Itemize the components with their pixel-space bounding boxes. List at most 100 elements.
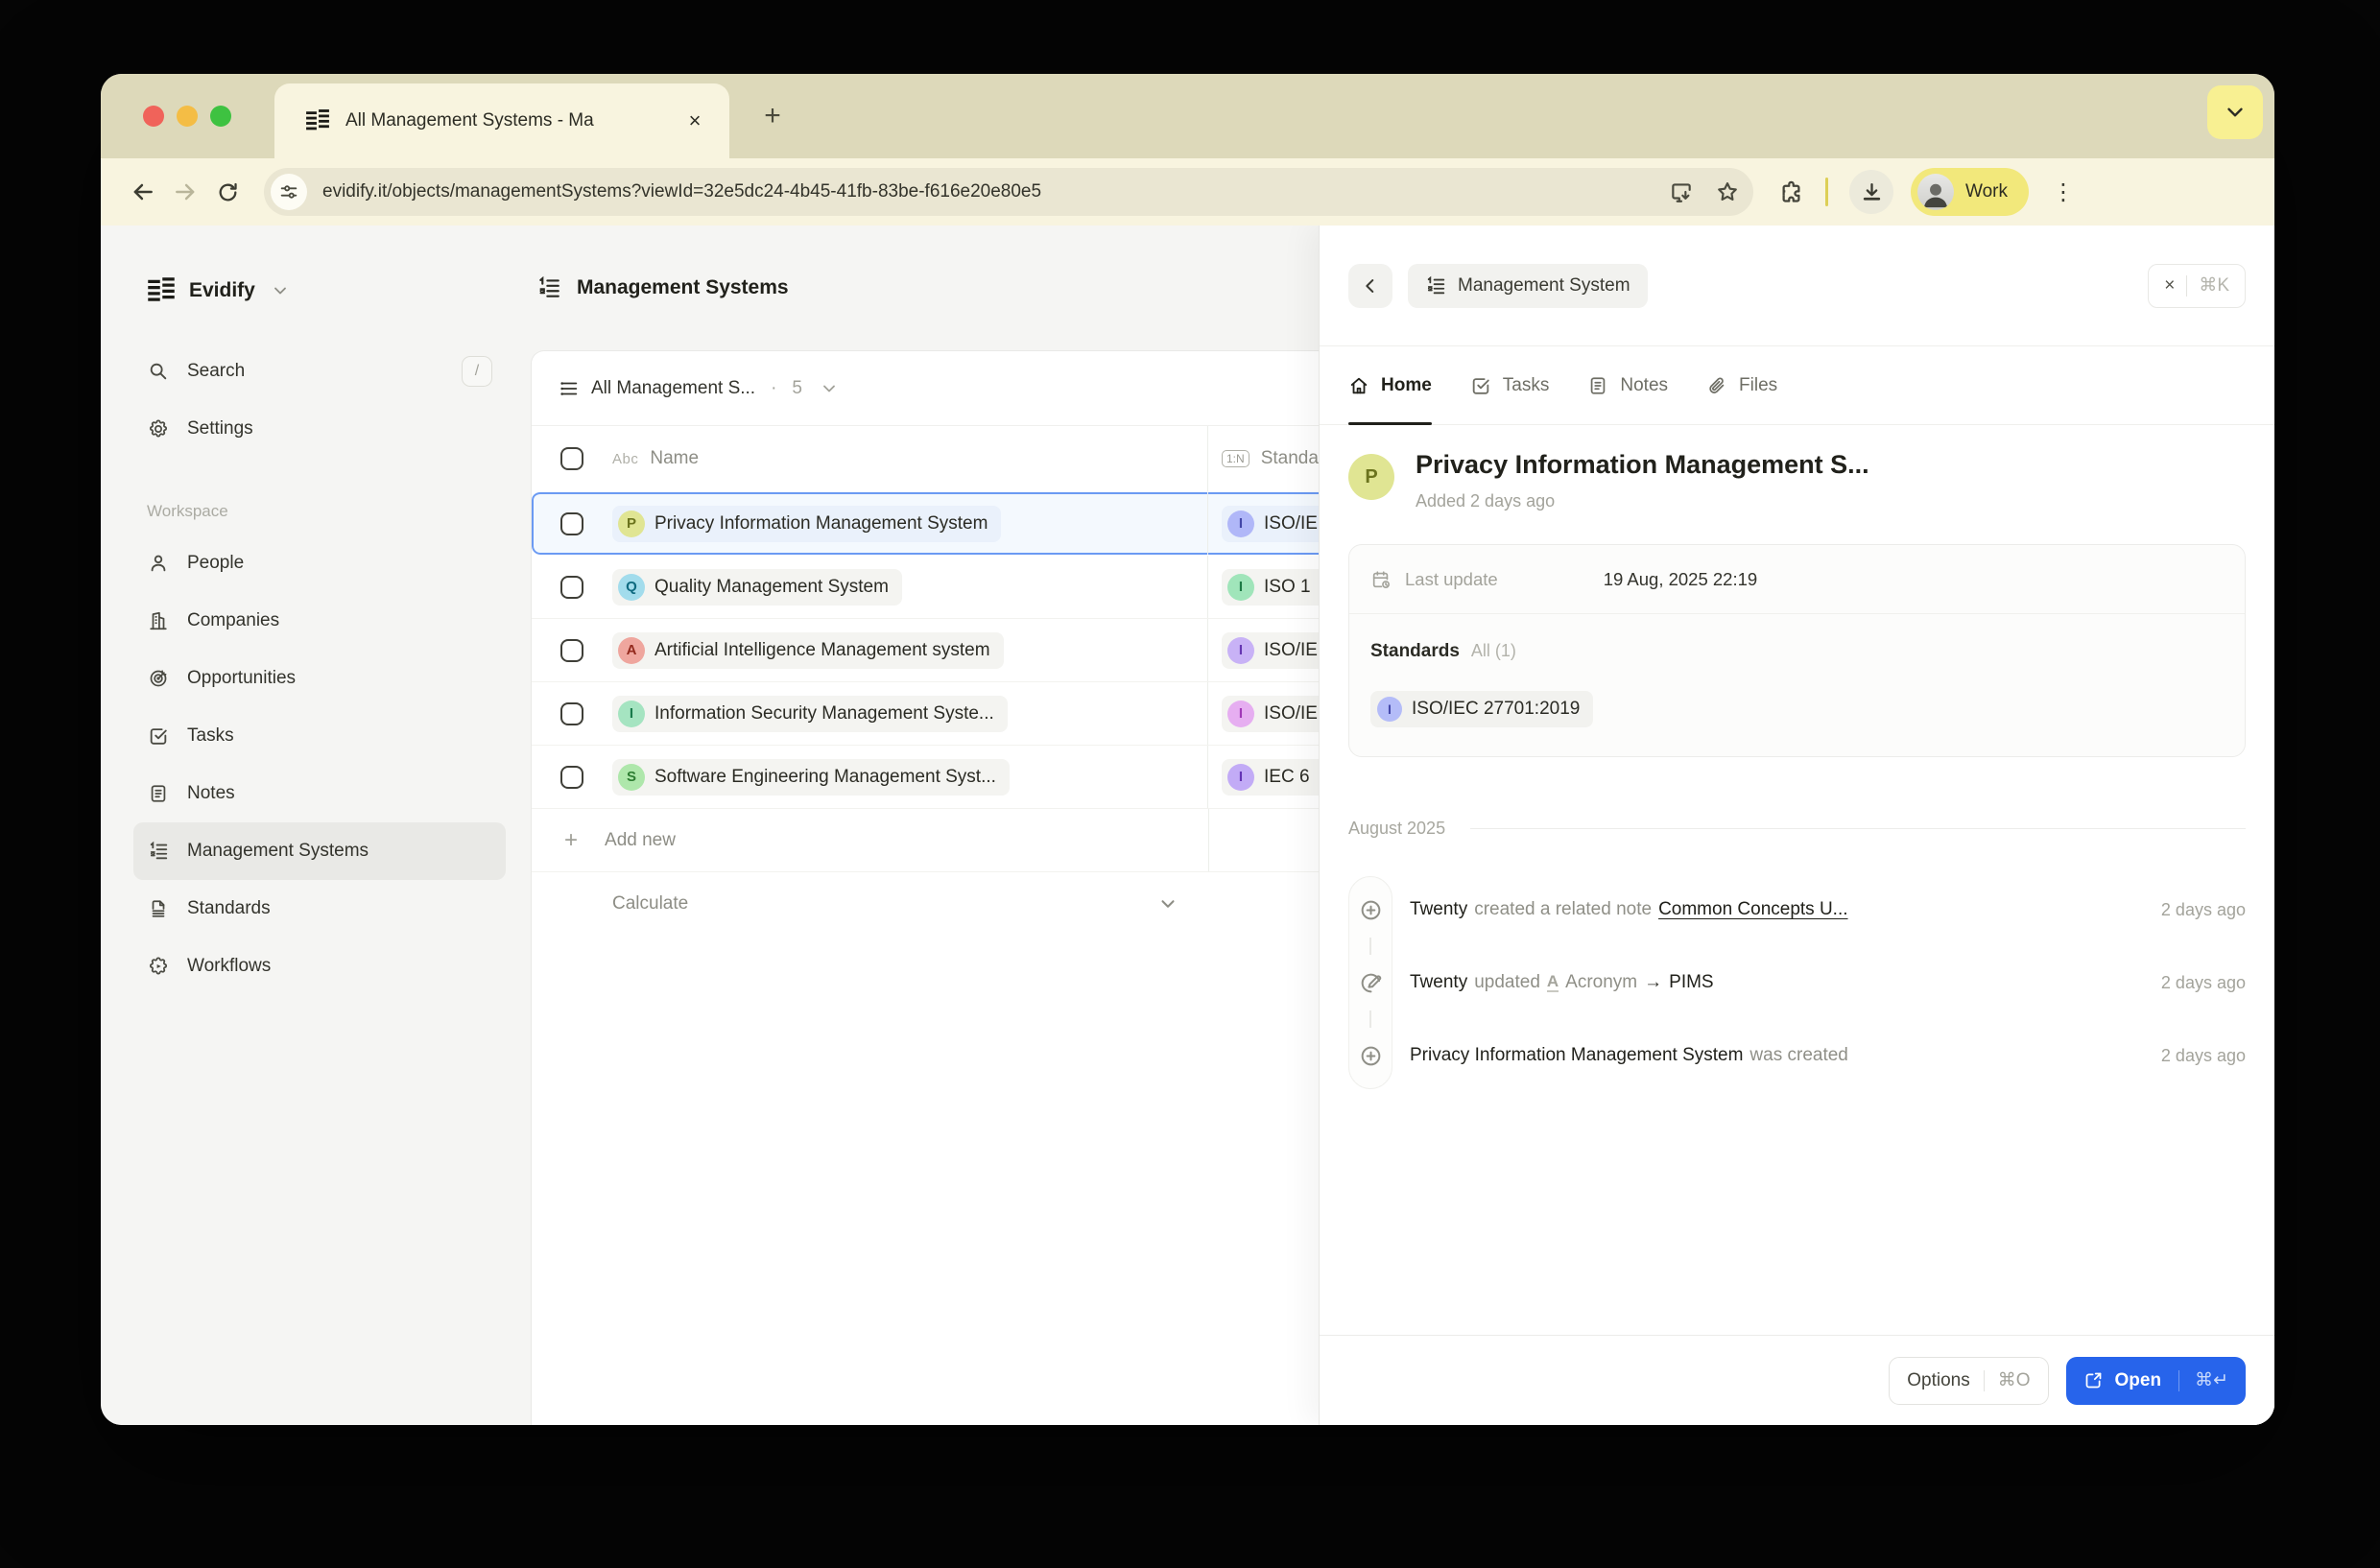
options-button[interactable]: Options ⌘O [1889,1357,2048,1405]
record-avatar: S [618,764,645,791]
chevron-down-icon[interactable] [820,379,839,398]
sidebar-item-notes[interactable]: Notes [133,765,506,822]
row-checkbox[interactable] [560,639,583,662]
sidebar-item-opportunities[interactable]: Opportunities [133,650,506,707]
browser-tab[interactable]: All Management Systems - Ma × [274,83,729,158]
panel-close-button[interactable]: × ⌘K [2148,264,2246,308]
back-button[interactable] [122,171,164,213]
chevron-down-icon[interactable] [1157,893,1178,915]
standard-name: ISO/IEC 27701:2019 [1412,699,1580,720]
reload-button[interactable] [206,171,249,213]
install-app-icon[interactable] [1669,179,1694,204]
sidebar-item-search[interactable]: Search / [133,343,506,400]
site-settings-button[interactable] [271,174,307,210]
record-name: Information Security Management Syste... [654,703,994,725]
sidebar-item-standards[interactable]: Standards [133,880,506,938]
numbered-list-icon [1425,275,1446,297]
profile-name: Work [1965,181,2008,202]
event-actor: Twenty [1410,899,1467,920]
row-checkbox[interactable] [560,576,583,599]
toolbar-separator [1825,178,1828,206]
tab-label: Files [1739,375,1777,396]
event-field-name: Acronym [1565,972,1637,993]
building-icon [147,609,170,632]
standard-name: ISO 1 [1264,577,1311,598]
sidebar-item-label: Settings [187,418,253,440]
minimize-window-button[interactable] [177,106,198,127]
tab-home[interactable]: Home [1348,346,1432,424]
downloads-button[interactable] [1849,170,1893,214]
tab-label: Notes [1620,375,1668,396]
workspace-switcher[interactable]: Evidify [147,270,512,312]
calendar-due-icon [1370,569,1392,590]
breadcrumb-label: Management System [1458,275,1630,297]
tab-strip-chevron-button[interactable] [2207,85,2263,139]
open-button[interactable]: Open ⌘↵ [2066,1357,2246,1405]
sidebar-item-companies[interactable]: Companies [133,592,506,650]
sidebar: Evidify Search / Settings Workspace Peop… [101,226,531,1425]
standards-all-count[interactable]: All (1) [1471,641,1516,661]
record-name-chip[interactable]: P Privacy Information Management System [612,506,1001,542]
new-tab-button[interactable]: + [753,97,792,135]
list-icon [559,378,580,399]
row-checkbox[interactable] [560,512,583,535]
field-last-update[interactable]: Last update 19 Aug, 2025 22:19 [1349,545,2245,614]
bookmark-star-icon[interactable] [1715,179,1740,204]
tab-notes[interactable]: Notes [1587,346,1668,424]
timeline: Twenty created a related note Common Con… [1348,873,2246,1092]
note-icon [1587,375,1608,396]
tab-tasks[interactable]: Tasks [1470,346,1550,424]
row-checkbox[interactable] [560,702,583,725]
event-actor: Twenty [1410,972,1467,993]
sidebar-item-tasks[interactable]: Tasks [133,707,506,765]
record-title[interactable]: Privacy Information Management S... [1416,450,1869,480]
record-name-chip[interactable]: I Information Security Management Syste.… [612,696,1008,732]
standard-chip[interactable]: I ISO/IEC 27701:2019 [1370,691,1593,727]
standard-name: IEC 6 [1264,767,1310,788]
event-field-value: PIMS [1669,972,1713,993]
sidebar-item-label: Workflows [187,956,271,977]
open-label: Open [2115,1370,2162,1391]
url-text[interactable]: evidify.it/objects/managementSystems?vie… [322,181,1669,202]
forward-button[interactable] [164,171,206,213]
sidebar-item-label: Search [187,361,245,382]
row-checkbox[interactable] [560,766,583,789]
zoom-window-button[interactable] [210,106,231,127]
sidebar-item-management-systems[interactable]: Management Systems [133,822,506,880]
person-icon [147,552,170,575]
sidebar-item-settings[interactable]: Settings [133,400,506,458]
calculate-label: Calculate [612,893,688,915]
record-name-chip[interactable]: A Artificial Intelligence Management sys… [612,632,1004,669]
view-name[interactable]: All Management S... [591,378,755,399]
tab-label: Tasks [1503,375,1550,396]
workflow-gear-icon [147,955,170,978]
column-header-name[interactable]: AbcName [612,448,699,469]
address-bar[interactable]: evidify.it/objects/managementSystems?vie… [264,168,1753,216]
note-icon [147,782,170,805]
tab-files[interactable]: Files [1706,346,1777,424]
evidify-favicon [305,108,330,133]
sidebar-item-people[interactable]: People [133,535,506,592]
browser-menu-button[interactable]: ⋮ [2044,173,2082,211]
sidebar-item-label: Tasks [187,725,234,747]
timeline-connector [1369,1010,1371,1028]
record-name-chip[interactable]: Q Quality Management System [612,569,902,606]
event-time: 2 days ago [2146,973,2246,993]
sidebar-item-workflows[interactable]: Workflows [133,938,506,995]
panel-back-button[interactable] [1348,264,1392,308]
divider [2186,275,2187,297]
breadcrumb[interactable]: Management System [1408,264,1648,308]
profile-chip[interactable]: Work [1911,168,2029,216]
event-note-link[interactable]: Common Concepts U... [1658,899,1847,920]
record-fields-card: Last update 19 Aug, 2025 22:19 Standards… [1348,544,2246,757]
event-subject: Privacy Information Management System [1410,1045,1743,1066]
close-window-button[interactable] [143,106,164,127]
tab-close-icon[interactable]: × [679,106,710,136]
record-name-chip[interactable]: S Software Engineering Management Syst..… [612,759,1010,796]
sidebar-item-label: Opportunities [187,668,296,689]
arrow-right-icon: → [1644,972,1662,993]
select-all-checkbox[interactable] [560,447,583,470]
sidebar-item-label: Companies [187,610,279,631]
extensions-button[interactable] [1778,179,1804,205]
download-icon [1860,180,1884,204]
